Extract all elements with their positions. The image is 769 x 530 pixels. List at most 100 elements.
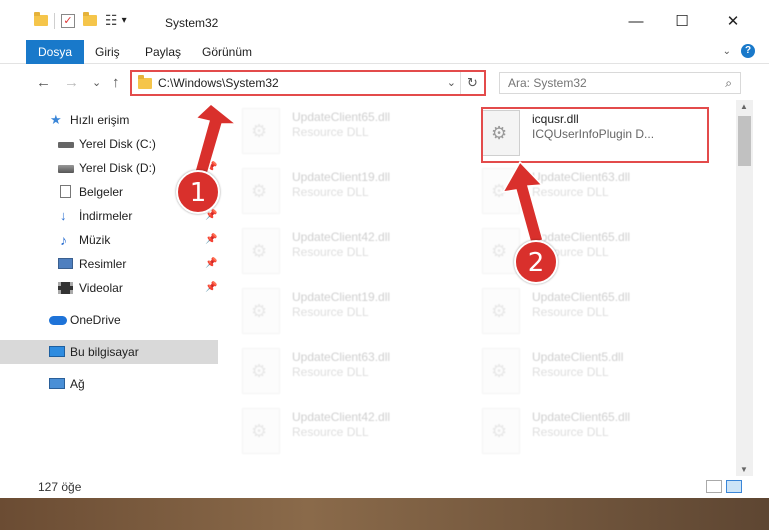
pin-icon[interactable]: 📌 — [205, 276, 217, 300]
status-bar: 127 öğe — [0, 476, 769, 498]
dll-file-icon — [242, 348, 280, 394]
navigation-pane: ★ Hızlı erişim Yerel Disk (C:) 📌 Yerel D… — [0, 100, 218, 464]
address-bar[interactable]: C:\Windows\System32 ⌄ ↻ — [130, 70, 486, 96]
document-icon — [60, 185, 74, 198]
search-input[interactable] — [500, 73, 710, 93]
pin-icon[interactable]: 📌 — [205, 252, 217, 276]
dll-file-icon — [482, 168, 520, 214]
dll-file-icon — [482, 348, 520, 394]
dll-file-icon — [242, 408, 280, 454]
file-description: Resource DLL — [532, 305, 609, 319]
search-box[interactable]: ⌕ — [499, 72, 741, 94]
sidebar-item-network[interactable]: Ağ — [0, 372, 218, 396]
file-item[interactable]: UpdateClient65.dll Resource DLL — [232, 100, 464, 158]
file-item[interactable]: UpdateClient65.dll Resource DLL — [472, 220, 704, 278]
file-item[interactable]: UpdateClient65.dll Resource DLL — [472, 400, 704, 458]
videos-icon — [58, 282, 73, 294]
dll-file-icon — [242, 168, 280, 214]
help-icon[interactable]: ? — [741, 44, 755, 58]
folder-icon — [34, 12, 48, 26]
star-icon: ★ — [50, 112, 62, 127]
sidebar-item-pictures[interactable]: Resimler 📌 — [0, 252, 218, 276]
desktop-background — [0, 498, 769, 530]
sidebar-item-videos[interactable]: Videolar 📌 — [0, 276, 218, 300]
file-item[interactable]: UpdateClient63.dll Resource DLL — [472, 160, 704, 218]
file-name: UpdateClient63.dll — [532, 170, 631, 184]
chevron-down-icon[interactable]: ▾ — [122, 15, 127, 26]
tab-view[interactable]: Görünüm — [190, 40, 264, 64]
scroll-down-icon[interactable]: ▼ — [740, 465, 748, 474]
file-item[interactable]: UpdateClient19.dll Resource DLL — [232, 160, 464, 218]
sidebar-item-label: Yerel Disk (C:) — [79, 137, 156, 151]
dll-file-icon — [482, 288, 520, 334]
back-button[interactable]: ← — [36, 74, 51, 91]
file-name: UpdateClient19.dll — [292, 290, 391, 304]
properties-check-icon[interactable]: ✓ — [61, 13, 75, 28]
scrollbar-thumb[interactable] — [738, 116, 751, 166]
large-icons-view-icon[interactable] — [726, 480, 742, 493]
tab-share[interactable]: Paylaş — [133, 40, 193, 64]
expand-ribbon-icon[interactable]: ⌄ — [723, 46, 731, 57]
recent-locations-button[interactable]: ⌄ — [92, 76, 101, 89]
customize-icon[interactable]: ☷ — [105, 12, 118, 29]
file-description: Resource DLL — [292, 245, 369, 259]
file-item[interactable]: UpdateClient5.dll Resource DLL — [472, 340, 704, 398]
sidebar-item-local-disk-c[interactable]: Yerel Disk (C:) 📌 — [0, 132, 218, 156]
file-name: UpdateClient63.dll — [292, 350, 391, 364]
file-description: Resource DLL — [532, 185, 609, 199]
pin-icon[interactable]: 📌 — [205, 132, 217, 156]
download-icon: ↓ — [60, 208, 67, 223]
new-folder-icon[interactable] — [83, 12, 97, 26]
file-name: UpdateClient42.dll — [292, 410, 391, 424]
file-name: UpdateClient65.dll — [532, 410, 631, 424]
ribbon-tabs: Dosya Giriş Paylaş Görünüm ⌄ ? — [0, 40, 769, 64]
sidebar-item-label: Belgeler — [79, 185, 124, 199]
navigation-bar: ← → ⌄ ↑ C:\Windows\System32 ⌄ ↻ ⌕ — [0, 66, 769, 100]
address-dropdown-icon[interactable]: ⌄ — [447, 76, 456, 89]
title-bar: ✓ ☷ ▾ System32 — ☐ ✕ — [0, 0, 769, 40]
up-button[interactable]: ↑ — [112, 74, 120, 91]
sidebar-item-quick-access[interactable]: ★ Hızlı erişim — [0, 108, 218, 132]
sidebar-item-music[interactable]: ♪ Müzik 📌 — [0, 228, 218, 252]
dll-file-icon — [482, 408, 520, 454]
forward-button[interactable]: → — [64, 74, 79, 91]
sidebar-item-label: Bu bilgisayar — [70, 345, 139, 359]
sidebar-item-label: Yerel Disk (D:) — [79, 161, 156, 175]
file-description: Resource DLL — [292, 365, 369, 379]
sidebar-item-this-pc[interactable]: Bu bilgisayar — [0, 340, 218, 364]
sidebar-item-label: Hızlı erişim — [70, 113, 130, 127]
file-description: Resource DLL — [292, 185, 369, 199]
file-description: Resource DLL — [532, 425, 609, 439]
vertical-scrollbar[interactable]: ▲ ▼ — [736, 100, 753, 476]
maximize-button[interactable]: ☐ — [659, 8, 705, 36]
sidebar-item-label: OneDrive — [70, 313, 121, 327]
tab-file[interactable]: Dosya — [26, 40, 85, 64]
search-icon[interactable]: ⌕ — [725, 76, 732, 91]
separator — [54, 12, 55, 29]
tab-home[interactable]: Giriş — [83, 40, 132, 64]
sidebar-item-label: Videolar — [79, 281, 123, 295]
file-description: Resource DLL — [292, 305, 369, 319]
pin-icon[interactable]: 📌 — [205, 228, 217, 252]
file-description: Resource DLL — [292, 425, 369, 439]
file-item[interactable]: UpdateClient19.dll Resource DLL — [232, 280, 464, 338]
cloud-icon — [49, 314, 67, 326]
details-view-icon[interactable] — [706, 480, 722, 493]
music-icon: ♪ — [60, 232, 67, 248]
file-name: UpdateClient5.dll — [532, 350, 624, 364]
file-item[interactable]: UpdateClient42.dll Resource DLL — [232, 220, 464, 278]
refresh-button[interactable]: ↻ — [460, 72, 484, 94]
sidebar-item-label: Resimler — [79, 257, 127, 271]
sidebar-item-onedrive[interactable]: OneDrive — [0, 308, 218, 332]
address-path: C:\Windows\System32 — [158, 76, 279, 90]
file-name: UpdateClient65.dll — [532, 290, 631, 304]
minimize-button[interactable]: — — [613, 8, 659, 36]
pictures-icon — [58, 258, 73, 270]
file-item[interactable]: UpdateClient42.dll Resource DLL — [232, 400, 464, 458]
file-item[interactable]: UpdateClient65.dll Resource DLL — [472, 280, 704, 338]
file-item[interactable]: UpdateClient63.dll Resource DLL — [232, 340, 464, 398]
scroll-up-icon[interactable]: ▲ — [740, 102, 748, 111]
close-button[interactable]: ✕ — [710, 8, 756, 36]
network-icon — [49, 378, 65, 390]
dll-file-icon — [242, 108, 280, 154]
